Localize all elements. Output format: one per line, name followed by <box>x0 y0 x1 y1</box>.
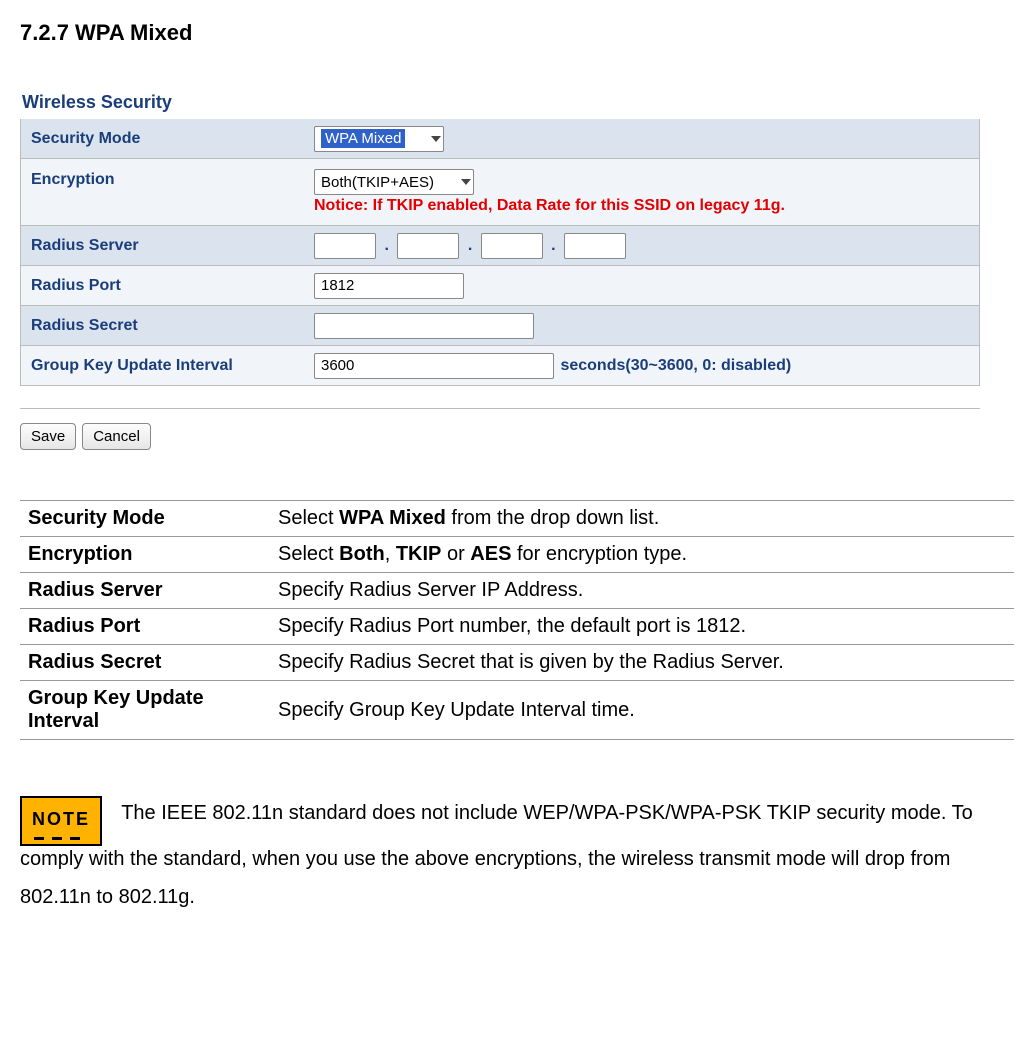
section-title: 7.2.7 WPA Mixed <box>20 20 1014 46</box>
row-radius-port: Radius Port <box>20 266 980 306</box>
note-block: NOTE The IEEE 802.11n standard does not … <box>20 790 1014 916</box>
table-row: Radius Secret Specify Radius Secret that… <box>20 645 1014 681</box>
desc-val: Select WPA Mixed from the drop down list… <box>270 501 1014 537</box>
note-text: The IEEE 802.11n standard does not inclu… <box>20 802 973 908</box>
table-row: Encryption Select Both, TKIP or AES for … <box>20 537 1014 573</box>
desc-key: Encryption <box>20 537 270 573</box>
panel-heading: Wireless Security <box>20 86 980 119</box>
radius-port-label: Radius Port <box>21 269 306 303</box>
encryption-value: Both(TKIP+AES) <box>321 174 434 191</box>
desc-key: Radius Secret <box>20 645 270 681</box>
gku-input[interactable] <box>314 353 554 379</box>
desc-key: Radius Port <box>20 609 270 645</box>
row-security-mode: Security Mode WPA Mixed <box>20 119 980 159</box>
wireless-security-panel: Wireless Security Security Mode WPA Mixe… <box>20 86 980 450</box>
dot-icon: . <box>547 237 559 254</box>
gku-label: Group Key Update Interval <box>21 349 306 383</box>
dot-icon: . <box>464 237 476 254</box>
gku-suffix: seconds(30~3600, 0: disabled) <box>560 357 791 374</box>
chevron-down-icon <box>461 179 471 185</box>
table-row: Radius Server Specify Radius Server IP A… <box>20 573 1014 609</box>
radius-secret-label: Radius Secret <box>21 309 306 343</box>
encryption-label: Encryption <box>21 163 306 197</box>
row-encryption: Encryption Both(TKIP+AES) Notice: If TKI… <box>20 159 980 226</box>
cancel-button[interactable]: Cancel <box>82 423 151 450</box>
radius-server-ip-1[interactable] <box>314 233 376 259</box>
row-radius-secret: Radius Secret <box>20 306 980 346</box>
note-badge: NOTE <box>20 796 102 846</box>
security-mode-value: WPA Mixed <box>321 129 405 148</box>
button-bar: Save Cancel <box>20 408 980 450</box>
desc-val: Specify Radius Server IP Address. <box>270 573 1014 609</box>
desc-key: Group Key Update Interval <box>20 681 270 740</box>
table-row: Group Key Update Interval Specify Group … <box>20 681 1014 740</box>
dot-icon: . <box>380 237 392 254</box>
chevron-down-icon <box>431 136 441 142</box>
radius-port-input[interactable] <box>314 273 464 299</box>
desc-val: Select Both, TKIP or AES for encryption … <box>270 537 1014 573</box>
save-button[interactable]: Save <box>20 423 76 450</box>
table-row: Security Mode Select WPA Mixed from the … <box>20 501 1014 537</box>
security-mode-label: Security Mode <box>21 122 306 156</box>
desc-val: Specify Radius Port number, the default … <box>270 609 1014 645</box>
radius-server-label: Radius Server <box>21 229 306 263</box>
desc-val: Specify Group Key Update Interval time. <box>270 681 1014 740</box>
description-table: Security Mode Select WPA Mixed from the … <box>20 500 1014 740</box>
radius-server-ip-4[interactable] <box>564 233 626 259</box>
encryption-select[interactable]: Both(TKIP+AES) <box>314 169 474 195</box>
radius-secret-input[interactable] <box>314 313 534 339</box>
desc-val: Specify Radius Secret that is given by t… <box>270 645 1014 681</box>
desc-key: Radius Server <box>20 573 270 609</box>
table-row: Radius Port Specify Radius Port number, … <box>20 609 1014 645</box>
security-mode-select[interactable]: WPA Mixed <box>314 126 444 152</box>
radius-server-ip-2[interactable] <box>397 233 459 259</box>
row-radius-server: Radius Server . . . <box>20 226 980 266</box>
encryption-notice: Notice: If TKIP enabled, Data Rate for t… <box>314 197 971 215</box>
row-group-key-update: Group Key Update Interval seconds(30~360… <box>20 346 980 386</box>
radius-server-ip-3[interactable] <box>481 233 543 259</box>
desc-key: Security Mode <box>20 501 270 537</box>
